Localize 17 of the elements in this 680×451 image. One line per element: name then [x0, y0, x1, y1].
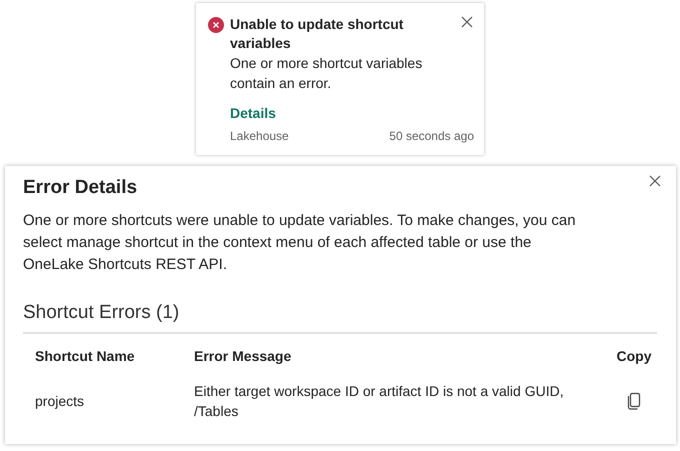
dialog-title: Error Details [23, 176, 138, 200]
source-label: Lakehouse [230, 129, 289, 143]
column-header: Error Message [194, 347, 292, 366]
toast-title: Unable to update shortcut variables [230, 15, 404, 53]
table-cell-text: projects [35, 392, 86, 411]
column-header: Shortcut Name [35, 347, 136, 366]
copy-button[interactable] [626, 391, 642, 411]
error-icon [208, 17, 224, 33]
details-link[interactable]: Details [230, 103, 276, 123]
description-text: One or more shortcuts were unable to update variables. To make changes, you can select manage shortcut in the context menu of each affected table or use the OneLake Shortcuts REST API. [23, 211, 577, 275]
column-header: Copy [616, 347, 652, 366]
close-button[interactable] [460, 15, 474, 29]
close-button[interactable] [648, 174, 662, 188]
section-title: Shortcut Errors (1) [23, 302, 657, 334]
table-cell-text: Either target workspace ID or artifact ID is not a valid GUID, /Tables [194, 382, 565, 421]
timestamp: 50 seconds ago [389, 129, 474, 143]
toast-message: One or more shortcut variables contain an error. [230, 54, 424, 93]
